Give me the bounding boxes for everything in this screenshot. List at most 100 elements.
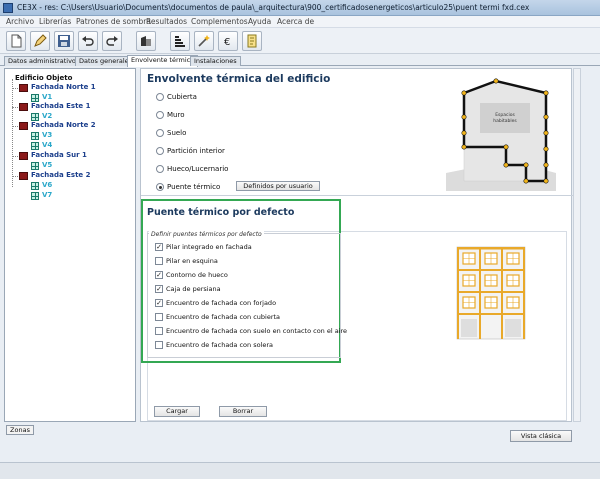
svg-text:€: € xyxy=(224,37,230,48)
menu-acerca-de[interactable]: Acerca de xyxy=(277,17,314,26)
default-bridges-group xyxy=(147,233,341,358)
checkbox-label: Encuentro de fachada con solera xyxy=(166,341,274,349)
tree-facade[interactable]: Fachada Norte 2 xyxy=(31,121,96,129)
tree-window[interactable]: V2 xyxy=(42,112,52,120)
window-icon xyxy=(31,162,39,170)
save-button[interactable] xyxy=(54,31,74,51)
vista-clasica-button[interactable]: Vista clásica xyxy=(510,430,572,442)
cargar-button[interactable]: Cargar xyxy=(154,406,200,417)
checkbox[interactable]: ✓ xyxy=(155,285,163,293)
checkbox[interactable] xyxy=(155,257,163,265)
tab-strip: Datos administrativos Datos generales En… xyxy=(0,54,600,67)
tree-window[interactable]: V4 xyxy=(42,141,52,149)
magic-wand-icon xyxy=(198,35,210,47)
tab-instalaciones[interactable]: Instalaciones xyxy=(190,56,241,66)
open-file-button[interactable] xyxy=(30,31,50,51)
diagram-label-habitables: habitables xyxy=(493,118,517,124)
radio-circle-selected[interactable] xyxy=(156,183,164,191)
tree-branch xyxy=(12,107,18,108)
menu-patrones-sombra[interactable]: Patrones de sombra xyxy=(76,17,151,26)
tree-window[interactable]: V7 xyxy=(42,191,52,199)
window-icon xyxy=(31,94,39,102)
envolvente-title: Envolvente térmica del edificio xyxy=(147,73,331,85)
tree-branch xyxy=(12,156,18,157)
euro-icon: € xyxy=(224,37,230,48)
checkbox[interactable] xyxy=(155,327,163,335)
window-title: CE3X - res: C:\Users\Usuario\Documents\d… xyxy=(17,3,530,12)
tab-datos-administrativos[interactable]: Datos administrativos xyxy=(4,56,84,66)
building-tree: Edificio Objeto Fachada Norte 1 V1 Facha… xyxy=(4,68,136,422)
radio-circle[interactable] xyxy=(156,165,164,173)
menu-complementos[interactable]: Complementos xyxy=(191,17,248,26)
tree-window[interactable]: V3 xyxy=(42,131,52,139)
main-panel: Envolvente térmica del edificio Cubierta… xyxy=(140,68,573,422)
tree-facade[interactable]: Fachada Norte 1 xyxy=(31,83,96,91)
group-label: Definir puentes térmicos por defecto xyxy=(149,231,264,238)
tree-facade[interactable]: Fachada Sur 1 xyxy=(31,151,87,159)
main-scrollbar[interactable] xyxy=(573,68,581,422)
menu-librerias[interactable]: Librerías xyxy=(39,17,71,26)
tree-facade[interactable]: Fachada Este 1 xyxy=(31,102,90,110)
checkbox[interactable]: ✓ xyxy=(155,299,163,307)
checkbox-label: Pilar en esquina xyxy=(166,257,218,265)
definidos-por-usuario-button[interactable]: Definidos por usuario xyxy=(236,181,320,191)
undo-icon xyxy=(82,36,94,46)
checkbox[interactable]: ✓ xyxy=(155,243,163,251)
menu-archivo[interactable]: Archivo xyxy=(6,17,34,26)
wizard-button[interactable] xyxy=(194,31,214,51)
tree-connector xyxy=(12,79,13,187)
undo-button[interactable] xyxy=(78,31,98,51)
costs-button[interactable]: € xyxy=(218,31,238,51)
tree-facade[interactable]: Fachada Este 2 xyxy=(31,171,90,179)
save-icon xyxy=(58,35,70,47)
report-button[interactable] xyxy=(242,31,262,51)
menu-ayuda[interactable]: Ayuda xyxy=(248,17,271,26)
radio-label: Suelo xyxy=(167,129,187,137)
redo-icon xyxy=(106,36,118,46)
checkbox-label: Caja de persiana xyxy=(166,285,221,293)
app-icon xyxy=(3,3,13,13)
document-icon xyxy=(247,34,257,48)
radio-circle[interactable] xyxy=(156,129,164,137)
window-icon xyxy=(31,192,39,200)
window-icon xyxy=(31,182,39,190)
menu-resultados[interactable]: Resultados xyxy=(146,17,187,26)
redo-button[interactable] xyxy=(102,31,122,51)
radio-label: Cubierta xyxy=(167,93,197,101)
borrar-button[interactable]: Borrar xyxy=(219,406,267,417)
results-button[interactable] xyxy=(170,31,190,51)
tree-window[interactable]: V5 xyxy=(42,161,52,169)
radio-circle[interactable] xyxy=(156,111,164,119)
checkbox[interactable] xyxy=(155,341,163,349)
tree-window[interactable]: V6 xyxy=(42,181,52,189)
toolbar: € xyxy=(0,28,600,54)
window-icon xyxy=(31,142,39,150)
tree-window[interactable]: V1 xyxy=(42,93,52,101)
puente-termico-title: Puente térmico por defecto xyxy=(147,207,295,218)
tree-branch xyxy=(12,126,18,127)
tab-envolvente-termica[interactable]: Envolvente térmica xyxy=(127,55,199,67)
menu-bar: Archivo Librerías Patrones de sombra Res… xyxy=(0,16,600,28)
edit-icon xyxy=(34,34,47,47)
building-icon xyxy=(141,36,151,46)
tree-branch xyxy=(12,88,18,89)
facade-icon xyxy=(19,103,28,111)
checkbox[interactable]: ✓ xyxy=(155,271,163,279)
building-view-button[interactable] xyxy=(136,31,156,51)
zonas-button[interactable]: Zonas xyxy=(6,425,34,435)
new-file-icon xyxy=(11,34,22,48)
checkbox-label: Encuentro de fachada con forjado xyxy=(166,299,277,307)
puente-termico-highlight: Puente térmico por defecto Definir puent… xyxy=(141,199,347,363)
radio-label: Puente térmico xyxy=(167,183,221,191)
facade-icon xyxy=(19,172,28,180)
checkbox[interactable] xyxy=(155,313,163,321)
building-section-diagram: Espacios habitables xyxy=(446,78,556,191)
tree-root[interactable]: Edificio Objeto xyxy=(15,74,72,82)
radio-circle[interactable] xyxy=(156,93,164,101)
window-icon xyxy=(31,113,39,121)
status-bar xyxy=(0,462,600,479)
new-file-button[interactable] xyxy=(6,31,26,51)
section-divider xyxy=(141,195,573,196)
checkbox-label: Contorno de hueco xyxy=(166,271,228,279)
radio-circle[interactable] xyxy=(156,147,164,155)
